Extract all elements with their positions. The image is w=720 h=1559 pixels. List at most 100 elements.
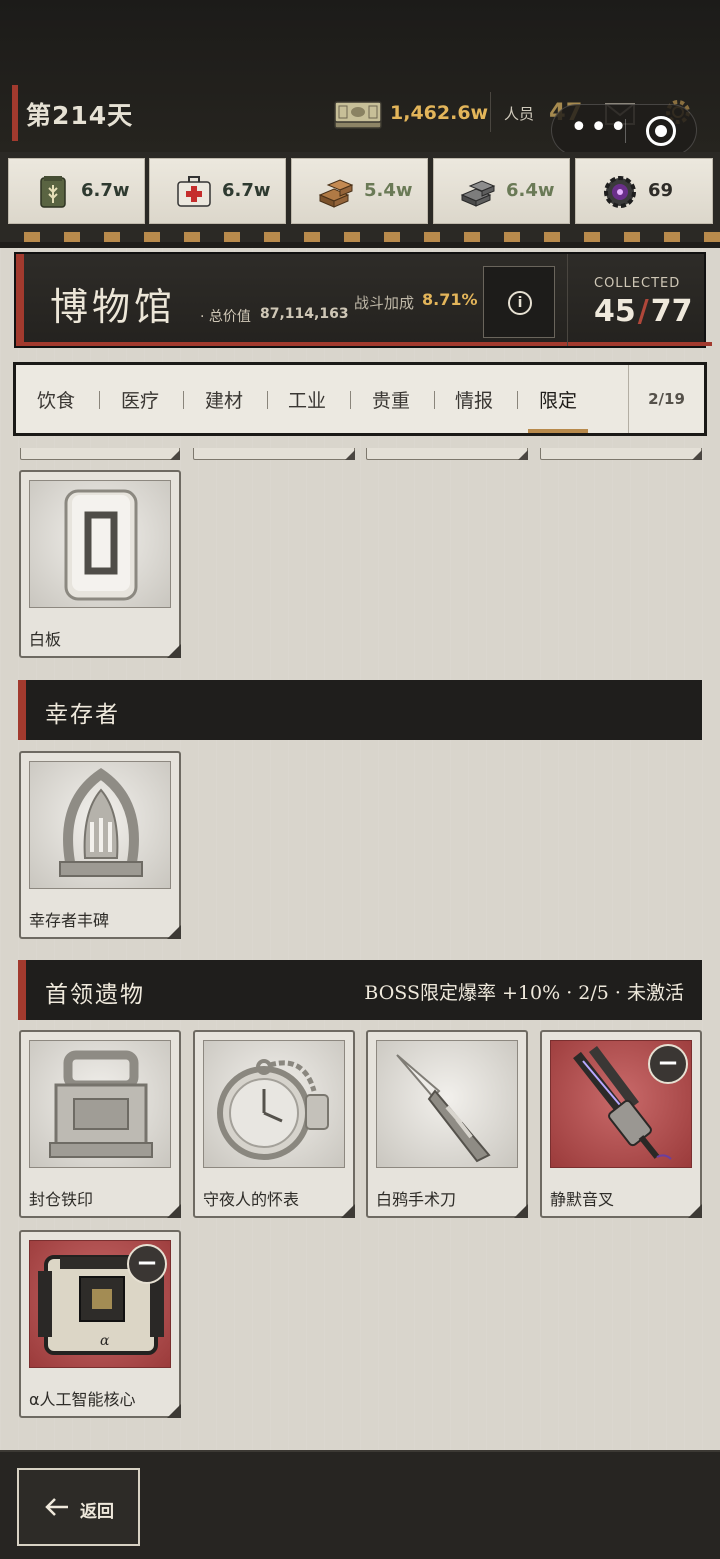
resource-industry[interactable]: 6.4w — [433, 158, 570, 224]
mini-program-capsule[interactable]: ••• — [551, 104, 697, 156]
category-tabs: 饮食 医疗 建材 工业 贵重 情报 限定 2/19 — [13, 362, 707, 436]
section-title: 首领遗物 — [45, 982, 145, 1008]
section-accent — [18, 680, 26, 740]
tab-separator — [517, 391, 518, 409]
resource-bar: 6.7w 6.7w 5.4w 6.4w 69 — [0, 152, 720, 232]
collection-item-card[interactable]: 幸存者丰碑 — [19, 751, 181, 939]
combat-bonus-label: 战斗加成 — [354, 294, 415, 312]
resource-building-value: 5.4w — [364, 180, 413, 201]
header-accent-bar — [16, 254, 24, 346]
combat-bonus-value: 8.71% — [422, 290, 478, 309]
resource-core[interactable]: 69 — [575, 158, 713, 224]
info-icon: i — [508, 291, 532, 315]
item-image — [376, 1040, 518, 1168]
tab-separator — [350, 391, 351, 409]
tab-separator — [267, 391, 268, 409]
resource-food-value: 6.7w — [81, 180, 130, 201]
tab-food[interactable]: 饮食 — [26, 386, 86, 416]
resource-core-value: 69 — [648, 180, 674, 201]
gear-core-icon — [604, 176, 636, 208]
section-header-boss: 首领遗物 BOSS限定爆率 +10% · 2/5 · 未激活 — [18, 960, 702, 1020]
museum-header: 博物馆 · 总价值 87,114,163 战斗加成 8.71% i COLLEC… — [14, 252, 712, 348]
lumber-icon — [318, 179, 354, 208]
collection-item-card[interactable]: 白鸦手术刀 — [366, 1030, 528, 1218]
collected-total: 77 — [650, 294, 693, 329]
total-value: 87,114,163 — [260, 306, 349, 322]
tab-industry[interactable]: 工业 — [277, 386, 337, 416]
collected-slash: / — [637, 294, 649, 329]
section-title: 幸存者 — [45, 702, 120, 728]
collected-divider — [567, 254, 568, 346]
cash-stack-icon — [334, 101, 382, 129]
item-name: 幸存者丰碑 — [29, 911, 110, 930]
topbar-divider — [490, 92, 491, 132]
card-peek[interactable] — [193, 448, 355, 460]
collection-item-card[interactable]: α − α人工智能核心 — [19, 1230, 181, 1418]
back-button[interactable]: 返回 — [17, 1468, 140, 1546]
iron-seal-icon — [49, 1050, 153, 1158]
svg-text:α: α — [100, 1333, 110, 1349]
collection-item-card[interactable]: 守夜人的怀表 — [193, 1030, 355, 1218]
day-counter: 第214天 — [26, 101, 134, 130]
resource-medical-value: 6.7w — [222, 180, 271, 201]
top-status-bar: 第214天 1,462.6w 人员 47 ••• — [0, 0, 720, 156]
hazard-stripe — [0, 232, 720, 242]
item-name: 白鸦手术刀 — [376, 1190, 457, 1209]
item-name: 守夜人的怀表 — [203, 1190, 300, 1209]
tab-separator — [434, 391, 435, 409]
card-peek[interactable] — [366, 448, 528, 460]
tab-separator — [183, 391, 184, 409]
tab-medical[interactable]: 医疗 — [110, 386, 170, 416]
scalpel-icon — [396, 1054, 491, 1163]
item-name: α人工智能核心 — [29, 1390, 136, 1409]
survivor-monument-icon — [59, 767, 143, 877]
info-button[interactable]: i — [483, 266, 555, 338]
section-bonus-note: BOSS限定爆率 +10% · 2/5 · 未激活 — [364, 982, 684, 1004]
item-image — [29, 1040, 171, 1168]
item-name: 封仓铁印 — [29, 1190, 94, 1209]
more-options-icon[interactable]: ••• — [570, 113, 629, 143]
item-image — [203, 1040, 345, 1168]
steel-ingot-icon — [460, 180, 496, 207]
page-title: 博物馆 — [50, 285, 177, 329]
mahjong-white-tile-icon — [64, 489, 138, 601]
collection-item-card[interactable]: 封仓铁印 — [19, 1030, 181, 1218]
collected-label: COLLECTED — [594, 276, 681, 291]
tab-intel[interactable]: 情报 — [444, 386, 504, 416]
grain-sack-icon — [40, 176, 66, 208]
resource-food[interactable]: 6.7w — [8, 158, 145, 224]
remove-badge-icon[interactable]: − — [127, 1244, 167, 1284]
collection-item-card[interactable]: 白板 — [19, 470, 181, 658]
remove-badge-icon[interactable]: − — [648, 1044, 688, 1084]
bottom-bar: 返回 — [0, 1450, 720, 1559]
collection-item-card[interactable]: − 静默音叉 — [540, 1030, 702, 1218]
close-target-icon[interactable] — [646, 116, 676, 146]
tab-separator — [99, 391, 100, 409]
tab-limited[interactable]: 限定 — [528, 386, 588, 416]
tab-page-indicator[interactable]: 2/19 — [628, 365, 704, 433]
tab-active-indicator — [528, 429, 588, 433]
section-header-survivor: 幸存者 — [18, 680, 702, 740]
capsule-divider — [625, 119, 626, 143]
museum-content[interactable]: 博物馆 · 总价值 87,114,163 战斗加成 8.71% i COLLEC… — [0, 248, 720, 1450]
resource-industry-value: 6.4w — [506, 180, 555, 201]
back-arrow-icon — [45, 1498, 68, 1516]
tab-building[interactable]: 建材 — [194, 386, 254, 416]
collected-current: 45 — [594, 294, 636, 329]
resource-building[interactable]: 5.4w — [291, 158, 428, 224]
back-label: 返回 — [80, 1502, 114, 1522]
money-value: 1,462.6w — [390, 102, 489, 124]
medkit-icon — [177, 176, 211, 207]
card-peek[interactable] — [20, 448, 180, 460]
item-image — [29, 761, 171, 889]
resource-medical[interactable]: 6.7w — [149, 158, 286, 224]
pocket-watch-icon — [217, 1059, 329, 1160]
header-accent-line — [24, 342, 712, 346]
item-name: 静默音叉 — [550, 1190, 615, 1209]
tab-valuables[interactable]: 贵重 — [361, 386, 421, 416]
collected-count: 45/77 — [594, 294, 692, 329]
item-image — [29, 480, 171, 608]
card-peek[interactable] — [540, 448, 702, 460]
item-name: 白板 — [29, 630, 62, 649]
section-accent — [18, 960, 26, 1020]
